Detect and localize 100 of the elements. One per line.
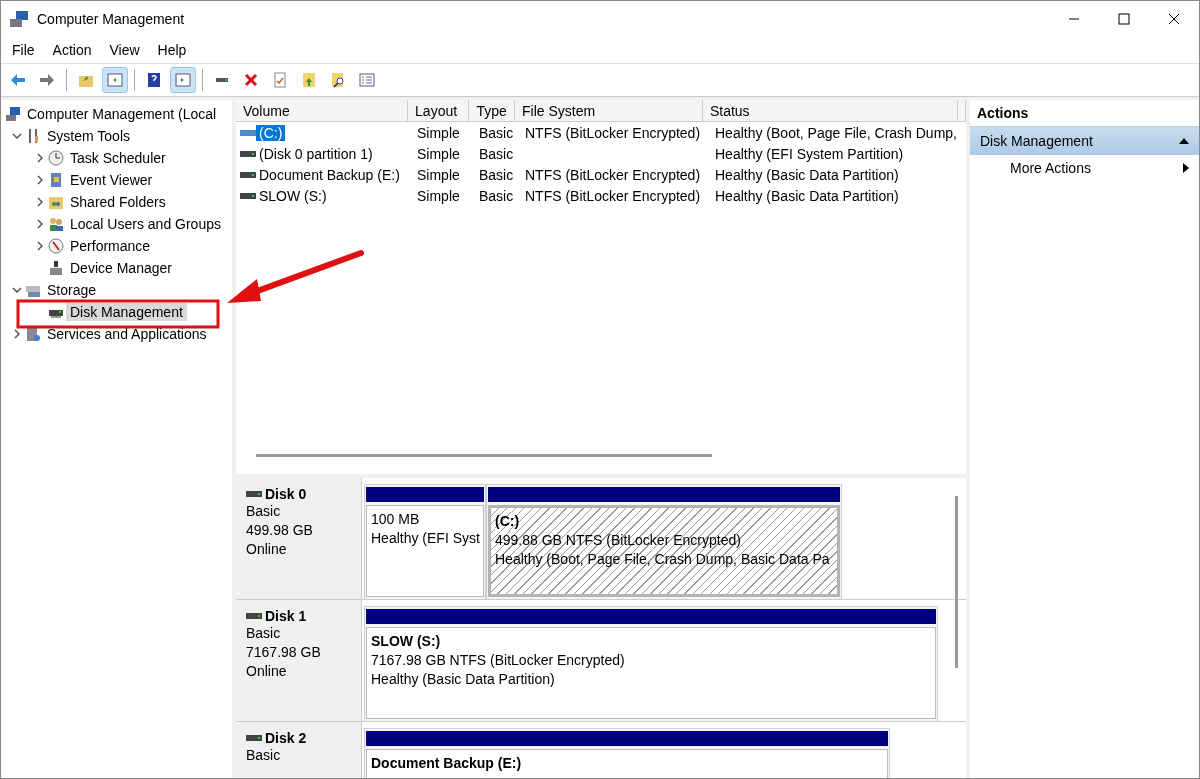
table-cell-text: NTFS (BitLocker Encrypted)	[524, 166, 702, 183]
table-cell-text: Simple	[416, 145, 461, 162]
partition-info: Healthy (Basic Data Partition)	[371, 670, 555, 689]
disk-info: Basic	[246, 746, 282, 765]
table-cell-text: Simple	[416, 187, 461, 204]
chevron-down-icon[interactable]	[12, 285, 22, 295]
table-cell-text: Simple	[416, 166, 461, 183]
disk-info: Basic	[246, 502, 282, 521]
partition-title: (C:)	[495, 512, 520, 531]
partition-info: Healthy (Boot, Page File, Crash Dump, Basic Data Pa	[495, 550, 830, 569]
drive-icon	[246, 491, 262, 497]
maximize-icon	[1118, 13, 1130, 25]
menu-item[interactable]: View	[100, 42, 149, 58]
chevron-right-icon[interactable]	[35, 219, 45, 229]
table-cell-text: Healthy (EFI System Partition)	[714, 145, 905, 162]
table-cell-text: Basic	[478, 145, 515, 162]
partition[interactable]: (C:) 499.88 GB NTFS (BitLocker Encrypted) Healthy (Boot, Page File, Crash Dump, Basic Data Pa	[486, 484, 842, 600]
table-cell[interactable]: Document Backup (E:)	[256, 166, 403, 183]
help-icon	[146, 72, 162, 88]
partition[interactable]: Document Backup (E:)	[364, 728, 890, 778]
disk-name: Disk 2	[265, 730, 307, 746]
action-item[interactable]: More Actions	[970, 155, 1199, 181]
chevron-right-icon[interactable]	[35, 197, 45, 207]
table-cell[interactable]: (Disk 0 partition 1)	[256, 145, 376, 162]
menu-item[interactable]: File	[3, 42, 44, 58]
close-icon	[1168, 13, 1180, 25]
drive-icon	[240, 128, 256, 137]
submenu-arrow-icon	[1183, 163, 1189, 173]
column-header[interactable]: File System	[515, 100, 703, 122]
disk-info: Online	[246, 540, 288, 559]
shared-folder-icon	[48, 194, 64, 210]
chevron-right-icon[interactable]	[35, 241, 45, 251]
table-cell-text: Simple	[416, 124, 461, 141]
partition[interactable]: 100 MB Healthy (EFI Syst	[364, 484, 486, 600]
chevron-right-icon[interactable]	[35, 153, 45, 163]
table-cell[interactable]: (C:)	[256, 124, 286, 141]
tree-item[interactable]: System Tools	[43, 127, 134, 145]
column-header[interactable]: Status	[702, 100, 958, 122]
delete-icon	[243, 72, 259, 88]
table-cell-text: NTFS (BitLocker Encrypted)	[524, 124, 702, 141]
drive-icon	[246, 613, 262, 619]
scrollbar[interactable]	[955, 496, 958, 668]
chevron-right-icon[interactable]	[12, 329, 22, 339]
disk-info: 499.98 GB	[246, 521, 314, 540]
scrollbar[interactable]	[256, 454, 712, 457]
tree-item[interactable]: Services and Applications	[43, 325, 211, 343]
table-cell-text: Basic	[478, 166, 515, 183]
column-header[interactable]: Volume	[236, 100, 409, 122]
export-icon	[301, 72, 317, 88]
chevron-down-icon[interactable]	[12, 131, 22, 141]
services-icon	[25, 326, 41, 342]
table-cell-text: Healthy (Basic Data Partition)	[714, 166, 900, 183]
disk-info: Online	[246, 662, 288, 681]
drive-icon	[240, 191, 256, 200]
menu-item[interactable]: Action	[43, 42, 101, 58]
group-label: Disk Management	[980, 133, 1093, 149]
menu-item[interactable]: Help	[148, 42, 196, 58]
document-check-icon	[272, 72, 288, 88]
computer-icon	[9, 10, 29, 28]
tree-item[interactable]: Local Users and Groups	[66, 215, 225, 233]
gauge-icon	[48, 238, 64, 254]
forward-arrow-icon	[39, 72, 55, 88]
table-cell-text: Healthy (Boot, Page File, Crash Dump,	[714, 124, 958, 141]
disk-name: Disk 1	[265, 608, 307, 624]
tree-item[interactable]: Performance	[66, 237, 155, 255]
chevron-right-icon[interactable]	[35, 175, 45, 185]
table-cell-text: Basic	[478, 187, 515, 204]
partition-info: 499.88 GB NTFS (BitLocker Encrypted)	[495, 531, 741, 550]
tree-item[interactable]: Disk Management	[66, 303, 187, 321]
panel-icon	[175, 72, 191, 88]
clock-icon	[48, 150, 64, 166]
tree-item[interactable]: Task Scheduler	[66, 149, 170, 167]
disk-name: Disk 0	[265, 486, 307, 502]
tree-item[interactable]: Device Manager	[66, 259, 176, 277]
column-header[interactable]: Layout	[408, 100, 470, 122]
partition-info: Healthy (EFI Syst	[371, 529, 480, 548]
table-cell-text: Healthy (Basic Data Partition)	[714, 187, 900, 204]
tree-item[interactable]: Event Viewer	[66, 171, 157, 189]
partition[interactable]: SLOW (S:) 7167.98 GB NTFS (BitLocker Encrypted) Healthy (Basic Data Partition)	[364, 606, 938, 722]
back-arrow-icon	[10, 72, 26, 88]
users-icon	[48, 216, 64, 232]
column-header[interactable]: Type	[469, 100, 515, 122]
window-title: Computer Management	[37, 11, 185, 27]
tree-item[interactable]: Shared Folders	[66, 193, 170, 211]
properties-icon	[359, 72, 375, 88]
find-icon	[330, 72, 346, 88]
tree-item[interactable]: Computer Management (Local	[23, 105, 221, 123]
partition-info: 100 MB	[371, 510, 420, 529]
tree-item[interactable]: Storage	[43, 281, 101, 299]
disk-info: 7167.98 GB	[246, 643, 322, 662]
drive-icon	[246, 735, 262, 741]
device-icon	[48, 260, 64, 276]
computer-icon	[5, 106, 21, 122]
action-group[interactable]: Disk Management	[970, 127, 1199, 155]
partition-info: 7167.98 GB NTFS (BitLocker Encrypted)	[371, 651, 625, 670]
table-cell-text: NTFS (BitLocker Encrypted)	[524, 187, 702, 204]
table-cell[interactable]: SLOW (S:)	[256, 187, 330, 204]
table-cell-text: Basic	[478, 124, 515, 141]
panel-icon	[107, 72, 123, 88]
partition-title: SLOW (S:)	[371, 632, 441, 651]
